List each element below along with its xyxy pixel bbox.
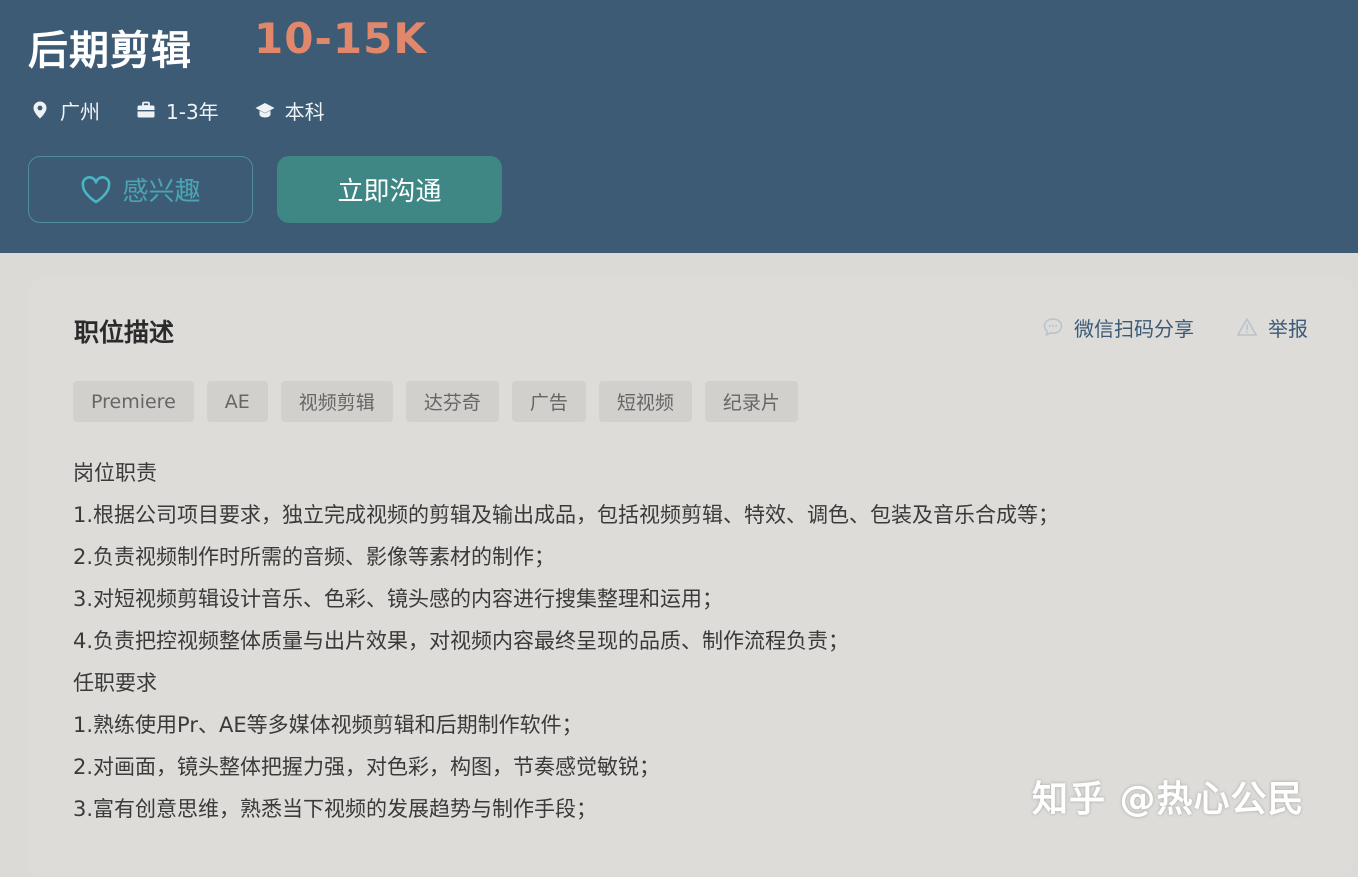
report-button[interactable]: 举报 xyxy=(1236,313,1308,342)
warning-icon xyxy=(1237,318,1257,336)
skill-tags: Premiere AE 视频剪辑 达芬奇 广告 短视频 纪录片 xyxy=(73,381,811,422)
chat-now-button[interactable]: 立即沟通 xyxy=(277,156,502,223)
skill-tag: 广告 xyxy=(511,381,586,422)
description-line: 4.负责把控视频整体质量与出片效果，对视频内容最终呈现的品质、制作流程负责； xyxy=(73,629,850,653)
meta-education: 本科 xyxy=(255,96,325,125)
education-text: 本科 xyxy=(284,99,325,124)
meta-location: 广州 xyxy=(30,96,100,125)
description-heading-requirements: 任职要求 xyxy=(73,671,157,695)
wechat-share-button[interactable]: 微信扫码分享 xyxy=(1042,313,1194,342)
card-actions: 微信扫码分享 举报 xyxy=(1000,313,1308,341)
description-line: 1.根据公司项目要求，独立完成视频的剪辑及输出成品，包括视频剪辑、特效、调色、包… xyxy=(73,503,1060,527)
location-text: 广州 xyxy=(60,99,100,124)
interest-label: 感兴趣 xyxy=(122,177,201,207)
experience-text: 1-3年 xyxy=(166,99,219,124)
skill-tag: Premiere xyxy=(73,381,194,422)
description-line: 2.负责视频制作时所需的音频、影像等素材的制作； xyxy=(73,545,556,569)
report-label: 举报 xyxy=(1268,316,1308,341)
job-title: 后期剪辑 xyxy=(28,28,192,74)
chat-now-label: 立即沟通 xyxy=(337,177,442,207)
skill-tag: 视频剪辑 xyxy=(280,381,393,422)
zhihu-watermark: 知乎 @热心公民 xyxy=(1032,779,1305,820)
job-meta: 广州 1-3年 本科 xyxy=(30,96,361,124)
wechat-share-label: 微信扫码分享 xyxy=(1074,316,1194,341)
section-title: 职位描述 xyxy=(74,318,175,347)
skill-tag: 达芬奇 xyxy=(405,381,499,422)
interest-button[interactable]: 感兴趣 xyxy=(28,156,253,223)
skill-tag: 短视频 xyxy=(598,381,692,422)
skill-tag: AE xyxy=(206,381,268,422)
job-header: 后期剪辑 10-15K 广州 1-3年 本科 感兴趣 立即沟通 xyxy=(0,0,1358,253)
meta-experience: 1-3年 xyxy=(136,96,219,125)
description-line: 3.对短视频剪辑设计音乐、色彩、镜头感的内容进行搜集整理和运用； xyxy=(73,587,724,611)
description-line: 1.熟练使用Pr、AE等多媒体视频剪辑和后期制作软件； xyxy=(73,713,583,737)
salary: 10-15K xyxy=(254,14,427,63)
skill-tag: 纪录片 xyxy=(704,381,798,422)
heart-icon xyxy=(82,175,111,203)
description-heading-duties: 岗位职责 xyxy=(73,461,157,485)
briefcase-icon xyxy=(137,101,155,118)
graduation-cap-icon xyxy=(255,103,275,118)
location-pin-icon xyxy=(33,101,47,119)
chat-bubble-icon xyxy=(1043,318,1063,337)
